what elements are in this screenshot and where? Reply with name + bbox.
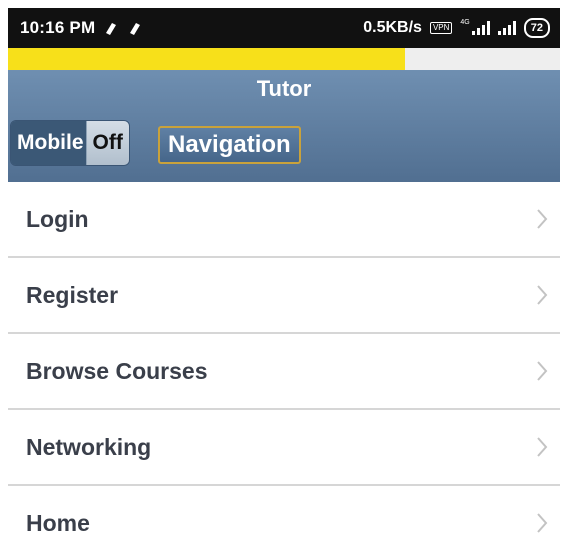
chevron-right-icon	[537, 285, 548, 305]
menu-item-register[interactable]: Register	[8, 258, 560, 334]
menu-item-label: Login	[26, 205, 89, 232]
chevron-right-icon	[537, 209, 548, 229]
menu-item-label: Home	[26, 509, 90, 536]
status-left: 10:16 PM	[20, 18, 143, 38]
page-title: Tutor	[256, 76, 312, 101]
progress-fill	[8, 48, 406, 70]
toggle-label: Mobile	[11, 121, 86, 165]
status-time: 10:16 PM	[20, 18, 96, 37]
menu-item-networking[interactable]: Networking	[8, 410, 560, 486]
status-right: 0.5KB/s VPN 4G 72	[363, 18, 550, 38]
battery-icon: 72	[523, 18, 550, 38]
vpn-badge: VPN	[429, 22, 453, 34]
chevron-right-icon	[537, 513, 548, 533]
notification-icon	[106, 23, 117, 35]
notification-icon	[130, 23, 141, 35]
menu-item-label: Register	[26, 281, 119, 308]
chevron-right-icon	[537, 437, 548, 457]
status-bar: 10:16 PM 0.5KB/s VPN 4G 72	[8, 8, 560, 48]
signal-icon	[497, 21, 516, 35]
menu-list: Login Register Browse Courses Networking…	[8, 182, 560, 546]
chevron-right-icon	[537, 361, 548, 381]
menu-item-label: Browse Courses	[26, 357, 208, 384]
signal-icon	[471, 21, 490, 35]
toggle-state[interactable]: Off	[85, 121, 129, 165]
menu-item-browse-courses[interactable]: Browse Courses	[8, 334, 560, 410]
app-header: Tutor Mobile Off Navigation	[8, 70, 560, 184]
mobile-toggle[interactable]: Mobile Off	[10, 120, 130, 166]
network-type-label: 4G	[460, 18, 470, 26]
network-speed: 0.5KB/s	[363, 19, 422, 36]
menu-item-login[interactable]: Login	[8, 182, 560, 258]
menu-item-home[interactable]: Home	[8, 486, 560, 546]
app-frame: 10:16 PM 0.5KB/s VPN 4G 72 Tutor Mobile …	[8, 0, 566, 546]
menu-item-label: Networking	[26, 433, 152, 460]
loading-progress-bar	[8, 48, 560, 70]
navigation-button[interactable]: Navigation	[158, 126, 301, 164]
